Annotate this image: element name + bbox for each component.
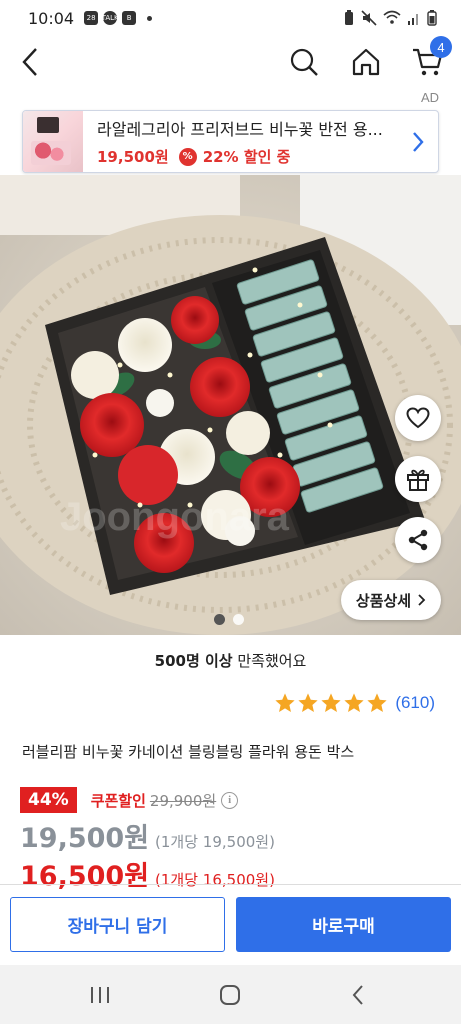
ad-price: 19,500원 — [97, 148, 169, 166]
gift-button[interactable] — [395, 456, 441, 502]
ad-text: 라알레그리아 프리저브드 비누꽃 반전 용... 19,500원 % 22% 할… — [83, 116, 398, 167]
ad-product-thumbnail — [23, 111, 83, 172]
original-price: 29,900원 — [149, 791, 217, 810]
home-circle-icon — [220, 985, 240, 1005]
star-icon — [298, 693, 318, 712]
share-icon — [408, 529, 428, 551]
ad-title: 라알레그리아 프리저브드 비누꽃 반전 용... — [97, 120, 383, 139]
coupon-discount-row: 44% 쿠폰할인 29,900원 i — [20, 787, 239, 813]
system-nav-bar — [0, 965, 461, 1024]
top-nav-header: 4 — [0, 36, 461, 88]
status-bar: 10:04 28 TALK B — [0, 0, 461, 36]
sale-price-row: 19,500원 (1개당 19,500원) — [20, 816, 275, 855]
search-button[interactable] — [284, 42, 324, 82]
heart-icon — [406, 407, 430, 429]
wifi-icon — [383, 10, 401, 24]
star-icon — [321, 693, 341, 712]
gift-icon — [407, 469, 429, 491]
product-detail-button[interactable]: 상품상세 — [341, 580, 441, 620]
rating-summary[interactable]: (610) — [274, 692, 435, 714]
ad-label: AD — [420, 90, 439, 105]
cart-button[interactable]: 4 — [408, 36, 452, 82]
system-status-icons — [343, 10, 437, 26]
mute-icon — [361, 10, 377, 26]
divider — [0, 884, 461, 885]
buy-now-button[interactable]: 바로구매 — [236, 897, 451, 952]
chevron-left-icon — [22, 48, 37, 76]
star-icon — [344, 693, 364, 712]
search-icon — [290, 48, 318, 76]
coupon-price-row: 16,500원 (1개당 16,500원) — [20, 854, 275, 893]
battery-icon — [427, 10, 437, 26]
watermark-text: Joongonara — [60, 495, 290, 539]
star-icon — [367, 693, 387, 712]
satisfaction-count: 500명 이상 — [154, 652, 233, 670]
wishlist-button[interactable] — [395, 395, 441, 441]
coupon-unit-price: (1개당 16,500원) — [155, 871, 275, 889]
share-button[interactable] — [395, 517, 441, 563]
sale-price: 19,500원 — [20, 823, 150, 854]
home-button[interactable] — [346, 42, 386, 82]
star-icon — [275, 693, 295, 712]
product-photo: Joongonara — [0, 175, 461, 635]
info-icon[interactable]: i — [221, 791, 239, 809]
satisfaction-suffix: 만족했어요 — [232, 652, 307, 670]
cart-count-badge: 4 — [430, 36, 452, 58]
calendar-notification-icon: 28 — [84, 11, 99, 25]
ad-price-row: 19,500원 % 22% 할인 중 — [97, 146, 398, 167]
review-count: (610) — [395, 693, 435, 712]
gallery-dot[interactable] — [214, 614, 225, 625]
gallery-pagination-dots[interactable] — [214, 614, 244, 625]
coupon-label: 쿠폰할인 — [90, 791, 146, 810]
home-icon — [352, 48, 380, 76]
chevron-right-icon — [398, 130, 438, 154]
b-app-notification-icon: B — [122, 11, 137, 25]
back-chevron-icon — [352, 985, 363, 1005]
product-detail-label: 상품상세 — [355, 591, 412, 610]
ad-banner[interactable]: 라알레그리아 프리저브드 비누꽃 반전 용... 19,500원 % 22% 할… — [22, 110, 439, 173]
battery-saver-icon — [345, 10, 353, 25]
signal-icon — [408, 14, 418, 25]
back-button[interactable] — [10, 42, 50, 82]
discount-percent-icon: % — [178, 147, 197, 166]
sale-unit-price: (1개당 19,500원) — [155, 833, 275, 851]
back-nav-button[interactable] — [338, 979, 378, 1011]
product-image-gallery[interactable]: Joongonara — [0, 175, 461, 635]
satisfaction-text: 500명 이상 만족했어요 — [0, 650, 461, 671]
home-nav-button[interactable] — [210, 979, 250, 1011]
discount-badge: 44% — [20, 787, 77, 813]
recent-apps-icon — [91, 987, 109, 1003]
add-to-cart-button[interactable]: 장바구니 담기 — [10, 897, 225, 952]
more-notifications-dot-icon — [147, 15, 153, 21]
status-time: 10:04 — [28, 8, 75, 28]
chevron-right-icon — [418, 594, 426, 606]
coupon-price: 16,500원 — [20, 861, 150, 892]
ad-discount: 22% 할인 중 — [202, 148, 291, 166]
talk-notification-icon: TALK — [102, 11, 119, 25]
recent-apps-button[interactable] — [80, 979, 120, 1011]
gallery-dot[interactable] — [233, 614, 244, 625]
product-title: 러블리팜 비누꽃 카네이션 블링블링 플라워 용돈 박스 — [22, 743, 355, 761]
